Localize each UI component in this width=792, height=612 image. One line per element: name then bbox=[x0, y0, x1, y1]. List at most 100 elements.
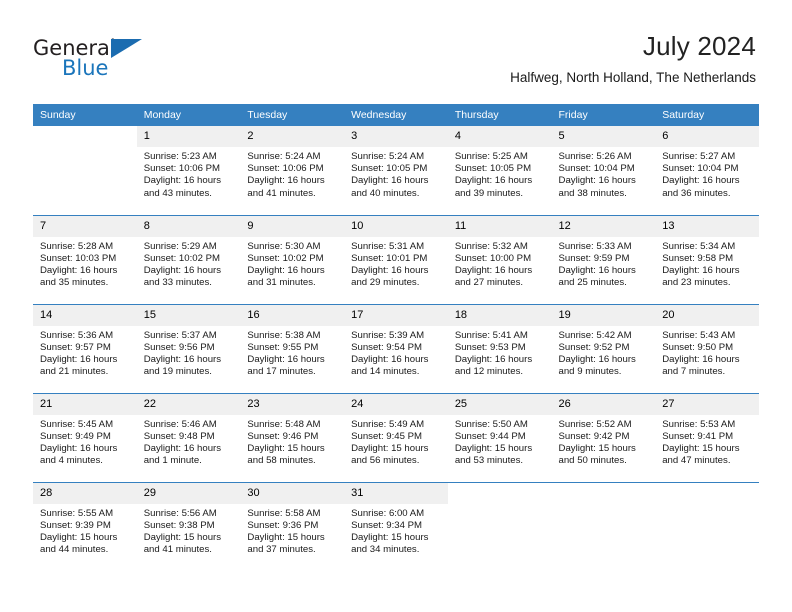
calendar-day-cell[interactable]: 14 Sunrise: 5:36 AM Sunset: 9:57 PM Dayligh… bbox=[33, 303, 137, 393]
calendar-day-cell[interactable]: 11 Sunrise: 5:32 AM Sunset: 10:00 PM Daylig… bbox=[447, 214, 552, 304]
calendar-day-cell[interactable]: 25 Sunrise: 5:50 AM Sunset: 9:44 PM Dayligh… bbox=[447, 392, 552, 482]
calendar-header-row: Sunday Monday Tuesday Wednesday Thursday Frid… bbox=[33, 104, 759, 126]
day-number: 18 bbox=[447, 304, 552, 326]
day-detail-line: Sunset: 9:55 PM bbox=[247, 341, 319, 353]
day-detail-line: and 58 minutes. bbox=[247, 455, 316, 467]
day-detail-line: Daylight: 16 hours bbox=[558, 264, 636, 276]
day-sun-details: Sunrise: 5:30 AM Sunset: 10:02 PM Daylight… bbox=[240, 237, 344, 290]
calendar-day-cell[interactable]: 22 Sunrise: 5:46 AM Sunset: 9:48 PM Dayligh… bbox=[136, 392, 241, 482]
day-detail-line: Sunset: 10:06 PM bbox=[247, 163, 324, 175]
day-detail-line: Sunset: 9:41 PM bbox=[662, 430, 734, 442]
day-number: 8 bbox=[136, 215, 241, 237]
day-sun-details: Sunrise: 5:34 AM Sunset: 9:58 PM Daylight:… bbox=[655, 237, 759, 290]
day-detail-line: and 7 minutes. bbox=[662, 366, 726, 378]
day-detail-line: and 38 minutes. bbox=[558, 187, 627, 199]
calendar-week-row: 28 Sunrise: 5:55 AM Sunset: 9:39 PM Dayligh… bbox=[33, 481, 759, 572]
calendar-day-cell[interactable]: 21 Sunrise: 5:45 AM Sunset: 9:49 PM Dayligh… bbox=[33, 392, 137, 482]
calendar-day-cell[interactable]: 26 Sunrise: 5:52 AM Sunset: 9:42 PM Dayligh… bbox=[551, 392, 656, 482]
calendar-day-cell[interactable]: 5 Sunrise: 5:26 AM Sunset: 10:04 PM Dayligh… bbox=[551, 126, 656, 215]
calendar-day-cell[interactable]: 13 Sunrise: 5:34 AM Sunset: 9:58 PM Dayligh… bbox=[655, 214, 759, 304]
day-sun-details: Sunrise: 5:24 AM Sunset: 10:05 PM Daylight… bbox=[344, 147, 448, 200]
day-number bbox=[33, 126, 137, 147]
day-detail-line: Sunrise: 6:00 AM bbox=[351, 507, 425, 519]
calendar-day-cell[interactable]: 6 Sunrise: 5:27 AM Sunset: 10:04 PM Dayligh… bbox=[655, 126, 759, 215]
day-detail-line: and 25 minutes. bbox=[558, 277, 627, 289]
day-sun-details: Sunrise: 5:26 AM Sunset: 10:04 PM Daylight… bbox=[552, 147, 656, 200]
day-detail-line: and 34 minutes. bbox=[351, 544, 420, 556]
calendar-day-cell[interactable]: 1 Sunrise: 5:23 AM Sunset: 10:06 PM Dayligh… bbox=[136, 126, 241, 215]
day-detail-line: and 36 minutes. bbox=[662, 187, 731, 199]
day-detail-line: and 35 minutes. bbox=[40, 277, 109, 289]
day-detail-line: Sunset: 9:36 PM bbox=[247, 519, 319, 531]
calendar-day-cell[interactable]: 23 Sunrise: 5:48 AM Sunset: 9:46 PM Dayligh… bbox=[240, 392, 345, 482]
day-sun-details: Sunrise: 5:39 AM Sunset: 9:54 PM Daylight:… bbox=[344, 326, 448, 379]
calendar-day-cell[interactable]: 29 Sunrise: 5:56 AM Sunset: 9:38 PM Dayligh… bbox=[136, 481, 241, 571]
day-detail-line: and 9 minutes. bbox=[558, 366, 622, 378]
calendar-day-cell[interactable]: 20 Sunrise: 5:43 AM Sunset: 9:50 PM Dayligh… bbox=[655, 303, 759, 393]
day-cell-inner: 12 Sunrise: 5:33 AM Sunset: 9:59 PM Dayligh… bbox=[551, 215, 656, 304]
day-detail-line: Daylight: 16 hours bbox=[454, 353, 533, 365]
day-cell-inner: 31 Sunrise: 6:00 AM Sunset: 9:34 PM Dayligh… bbox=[344, 482, 448, 572]
day-cell-inner: 7 Sunrise: 5:28 AM Sunset: 10:03 PM Dayligh… bbox=[33, 215, 137, 304]
day-cell-inner: 2 Sunrise: 5:24 AM Sunset: 10:06 PM Dayligh… bbox=[240, 126, 345, 215]
calendar-day-cell[interactable]: 30 Sunrise: 5:58 AM Sunset: 9:36 PM Dayligh… bbox=[240, 481, 345, 571]
day-number: 24 bbox=[344, 393, 448, 415]
day-sun-details: Sunrise: 5:32 AM Sunset: 10:00 PM Daylight… bbox=[448, 237, 552, 290]
day-detail-line: Sunrise: 5:24 AM bbox=[351, 151, 425, 162]
day-detail-line: Sunset: 9:56 PM bbox=[143, 341, 215, 353]
day-detail-line: and 33 minutes. bbox=[143, 277, 212, 289]
calendar-week-row: 21 Sunrise: 5:45 AM Sunset: 9:49 PM Dayligh… bbox=[33, 392, 759, 482]
sunrise-sunset-calendar-table: Sunday Monday Tuesday Wednesday Thursday Frid… bbox=[33, 104, 759, 571]
day-detail-line: and 29 minutes. bbox=[351, 277, 420, 289]
calendar-day-cell[interactable]: 28 Sunrise: 5:55 AM Sunset: 9:39 PM Dayligh… bbox=[33, 481, 137, 571]
calendar-day-cell[interactable]: 9 Sunrise: 5:30 AM Sunset: 10:02 PM Dayligh… bbox=[240, 214, 345, 304]
day-number: 21 bbox=[33, 393, 137, 415]
calendar-day-cell[interactable]: 15 Sunrise: 5:37 AM Sunset: 9:56 PM Dayligh… bbox=[136, 303, 241, 393]
day-number: 25 bbox=[447, 393, 552, 415]
calendar-day-cell[interactable]: 31 Sunrise: 6:00 AM Sunset: 9:34 PM Dayligh… bbox=[344, 481, 448, 572]
day-detail-line: Daylight: 16 hours bbox=[662, 175, 740, 187]
day-detail-line: Sunrise: 5:46 AM bbox=[143, 418, 217, 430]
calendar-day-cell[interactable]: 8 Sunrise: 5:29 AM Sunset: 10:02 PM Dayligh… bbox=[136, 214, 241, 304]
day-cell-inner bbox=[655, 482, 759, 572]
day-detail-line: Sunrise: 5:36 AM bbox=[40, 329, 114, 341]
weekday-header-sunday: Sunday bbox=[33, 104, 137, 126]
calendar-day-cell[interactable]: 12 Sunrise: 5:33 AM Sunset: 9:59 PM Dayligh… bbox=[551, 214, 656, 304]
logo-triangle-icon bbox=[111, 39, 142, 58]
calendar-day-cell[interactable]: 27 Sunrise: 5:53 AM Sunset: 9:41 PM Dayligh… bbox=[655, 392, 759, 482]
day-number: 20 bbox=[655, 304, 759, 326]
day-detail-line: and 56 minutes. bbox=[351, 455, 420, 467]
calendar-day-cell[interactable]: 10 Sunrise: 5:31 AM Sunset: 10:01 PM Daylig… bbox=[344, 214, 448, 304]
day-sun-details: Sunrise: 5:36 AM Sunset: 9:57 PM Daylight:… bbox=[33, 326, 137, 379]
calendar-day-cell[interactable]: 18 Sunrise: 5:41 AM Sunset: 9:53 PM Dayligh… bbox=[447, 303, 552, 393]
calendar-day-cell[interactable]: 24 Sunrise: 5:49 AM Sunset: 9:45 PM Dayligh… bbox=[344, 392, 448, 482]
day-detail-line: Sunrise: 5:33 AM bbox=[558, 240, 632, 252]
day-detail-line: Sunrise: 5:29 AM bbox=[143, 240, 217, 252]
day-detail-line: Daylight: 15 hours bbox=[558, 442, 636, 454]
day-cell-inner: 25 Sunrise: 5:50 AM Sunset: 9:44 PM Dayligh… bbox=[447, 393, 552, 482]
day-cell-inner: 15 Sunrise: 5:37 AM Sunset: 9:56 PM Dayligh… bbox=[136, 304, 241, 393]
calendar-day-cell[interactable]: 2 Sunrise: 5:24 AM Sunset: 10:06 PM Dayligh… bbox=[240, 126, 345, 215]
day-detail-line: Sunrise: 5:23 AM bbox=[143, 151, 217, 162]
day-sun-details: Sunrise: 5:49 AM Sunset: 9:45 PM Daylight:… bbox=[344, 415, 448, 468]
day-sun-details: Sunrise: 5:33 AM Sunset: 9:59 PM Daylight:… bbox=[552, 237, 656, 290]
day-detail-line: Daylight: 16 hours bbox=[247, 264, 325, 276]
calendar-day-cell[interactable]: 7 Sunrise: 5:28 AM Sunset: 10:03 PM Dayligh… bbox=[33, 214, 137, 304]
day-detail-line: Daylight: 16 hours bbox=[662, 264, 740, 276]
calendar-cell-empty bbox=[447, 481, 552, 571]
calendar-day-cell[interactable]: 3 Sunrise: 5:24 AM Sunset: 10:05 PM Dayligh… bbox=[344, 126, 448, 215]
calendar-cell-empty bbox=[551, 481, 656, 571]
day-detail-line: Sunset: 9:38 PM bbox=[143, 519, 215, 531]
calendar-day-cell[interactable]: 4 Sunrise: 5:25 AM Sunset: 10:05 PM Dayligh… bbox=[447, 126, 552, 215]
day-detail-line: Sunset: 10:04 PM bbox=[558, 163, 635, 175]
day-sun-details: Sunrise: 5:24 AM Sunset: 10:06 PM Daylight… bbox=[240, 147, 344, 200]
day-sun-details: Sunrise: 5:46 AM Sunset: 9:48 PM Daylight:… bbox=[137, 415, 241, 468]
day-number: 30 bbox=[240, 482, 345, 504]
calendar-day-cell[interactable]: 16 Sunrise: 5:38 AM Sunset: 9:55 PM Dayligh… bbox=[240, 303, 345, 393]
day-detail-line: and 41 minutes. bbox=[143, 544, 212, 556]
calendar-day-cell[interactable]: 17 Sunrise: 5:39 AM Sunset: 9:54 PM Dayligh… bbox=[344, 303, 448, 393]
calendar-week-row: 1 Sunrise: 5:23 AM Sunset: 10:06 PM Dayligh… bbox=[33, 126, 759, 215]
day-number bbox=[447, 482, 552, 504]
calendar-day-cell[interactable]: 19 Sunrise: 5:42 AM Sunset: 9:52 PM Dayligh… bbox=[551, 303, 656, 393]
day-detail-line: Daylight: 16 hours bbox=[558, 353, 636, 365]
